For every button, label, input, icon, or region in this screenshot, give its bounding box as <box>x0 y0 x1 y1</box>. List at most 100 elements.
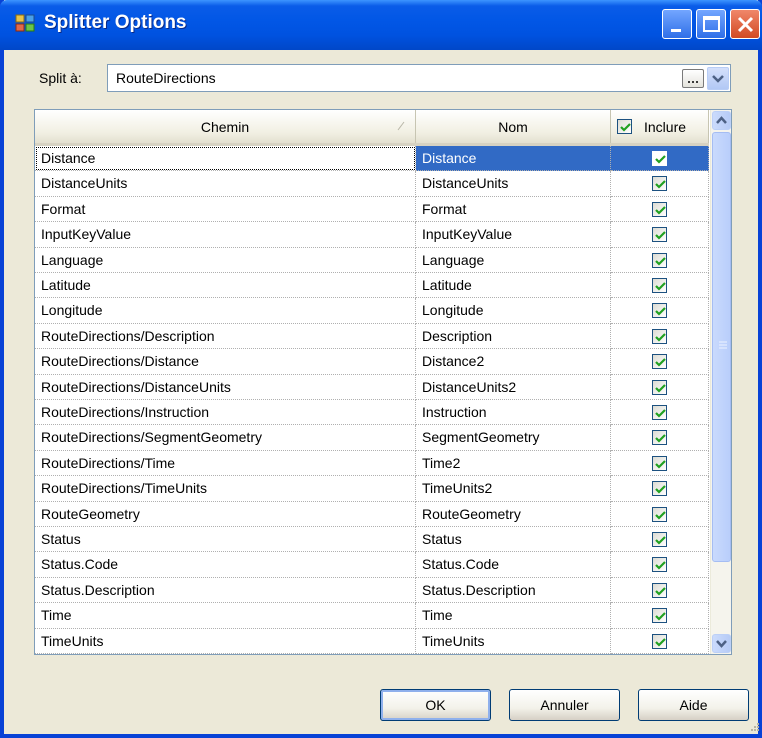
include-checkbox[interactable] <box>652 354 667 370</box>
path-cell[interactable]: InputKeyValue <box>35 222 416 248</box>
name-cell[interactable]: DistanceUnits <box>416 171 611 197</box>
path-cell[interactable]: Status <box>35 527 416 553</box>
table-row[interactable]: RouteDirections/Distance Distance2 <box>35 349 709 375</box>
include-checkbox[interactable] <box>652 506 667 522</box>
table-row[interactable]: DistanceUnits DistanceUnits <box>35 171 709 197</box>
vertical-scrollbar[interactable] <box>710 110 731 654</box>
scroll-up-button[interactable] <box>712 111 731 130</box>
name-cell[interactable]: Time2 <box>416 450 611 477</box>
include-checkbox[interactable] <box>652 582 667 598</box>
table-row[interactable]: RouteDirections/TimeUnits TimeUnits2 <box>35 476 709 502</box>
name-cell[interactable]: Distance2 <box>416 349 611 375</box>
name-cell[interactable]: Format <box>416 196 611 223</box>
name-cell[interactable]: TimeUnits <box>416 628 611 654</box>
title-bar[interactable]: Splitter Options <box>0 0 762 50</box>
path-cell[interactable]: Language <box>35 247 416 273</box>
cancel-button[interactable]: Annuler <box>509 689 620 721</box>
name-cell[interactable]: SegmentGeometry <box>416 425 611 451</box>
name-cell[interactable]: Latitude <box>416 273 611 299</box>
table-row[interactable]: RouteGeometry RouteGeometry <box>35 501 709 527</box>
fields-grid[interactable]: Chemin Nom Inclure Distance Distance Dista… <box>34 109 732 655</box>
include-checkbox[interactable] <box>652 328 667 344</box>
path-cell[interactable]: RouteGeometry <box>35 501 416 527</box>
path-cell[interactable]: RouteDirections/Description <box>35 323 416 350</box>
split-value[interactable]: RouteDirections <box>116 70 216 86</box>
close-button[interactable] <box>730 9 760 39</box>
table-row[interactable]: Status.Description Status.Description <box>35 577 709 604</box>
name-cell[interactable]: Description <box>416 323 611 350</box>
help-button[interactable]: Aide <box>638 689 749 721</box>
include-checkbox[interactable] <box>652 379 667 395</box>
table-row[interactable]: Time Time <box>35 603 709 629</box>
path-cell[interactable]: Status.Code <box>35 552 416 578</box>
path-cell[interactable]: Latitude <box>35 273 416 299</box>
table-row[interactable]: RouteDirections/Instruction Instruction <box>35 400 709 426</box>
name-cell[interactable]: InputKeyValue <box>416 222 611 248</box>
table-row[interactable]: RouteDirections/Description Description <box>35 323 709 350</box>
include-checkbox[interactable] <box>652 633 667 649</box>
path-cell[interactable]: TimeUnits <box>35 628 416 654</box>
include-checkbox[interactable] <box>652 278 667 293</box>
table-row[interactable]: RouteDirections/Time Time2 <box>35 450 709 477</box>
include-checkbox[interactable] <box>652 405 667 420</box>
column-header-include[interactable]: Inclure <box>611 110 709 143</box>
path-cell[interactable]: RouteDirections/Time <box>35 450 416 477</box>
path-cell[interactable]: DistanceUnits <box>35 171 416 197</box>
minimize-button[interactable] <box>662 9 692 39</box>
path-cell[interactable]: RouteDirections/TimeUnits <box>35 476 416 502</box>
include-checkbox[interactable] <box>652 227 667 243</box>
table-row[interactable]: RouteDirections/SegmentGeometry SegmentGe… <box>35 425 709 451</box>
include-checkbox[interactable] <box>652 608 667 624</box>
path-cell[interactable]: Longitude <box>35 298 416 324</box>
browse-button[interactable] <box>682 69 704 88</box>
scroll-thumb[interactable] <box>712 132 731 562</box>
include-checkbox[interactable] <box>652 532 667 547</box>
name-cell[interactable]: Status.Code <box>416 552 611 578</box>
path-cell[interactable]: Time <box>35 603 416 629</box>
maximize-button[interactable] <box>696 9 726 39</box>
table-row[interactable]: Format Format <box>35 196 709 223</box>
include-checkbox[interactable] <box>652 481 667 497</box>
include-checkbox[interactable] <box>652 176 667 192</box>
name-cell[interactable]: DistanceUnits2 <box>416 374 611 400</box>
table-row[interactable]: RouteDirections/DistanceUnits DistanceUni… <box>35 374 709 400</box>
path-cell[interactable]: RouteDirections/DistanceUnits <box>35 374 416 400</box>
path-cell[interactable]: Status.Description <box>35 577 416 604</box>
table-row[interactable]: TimeUnits TimeUnits <box>35 628 709 654</box>
split-combobox[interactable]: RouteDirections <box>107 64 731 92</box>
table-row[interactable]: Status.Code Status.Code <box>35 552 709 578</box>
dropdown-button[interactable] <box>707 67 729 90</box>
path-cell[interactable]: RouteDirections/Instruction <box>35 400 416 426</box>
table-row[interactable]: Latitude Latitude <box>35 273 709 299</box>
table-row[interactable]: InputKeyValue InputKeyValue <box>35 222 709 248</box>
name-cell[interactable]: Longitude <box>416 298 611 324</box>
path-cell[interactable]: Distance <box>35 146 416 172</box>
ok-button[interactable]: OK <box>380 689 491 721</box>
name-cell[interactable]: Language <box>416 247 611 273</box>
scroll-down-button[interactable] <box>712 634 731 653</box>
name-cell[interactable]: Instruction <box>416 400 611 426</box>
table-row[interactable]: Status Status <box>35 527 709 553</box>
table-row[interactable]: Distance Distance <box>35 146 709 172</box>
column-header-path[interactable]: Chemin <box>35 110 416 143</box>
include-checkbox[interactable] <box>652 201 667 217</box>
name-cell[interactable]: Distance <box>416 146 611 172</box>
name-cell[interactable]: Status.Description <box>416 577 611 604</box>
name-cell[interactable]: TimeUnits2 <box>416 476 611 502</box>
path-cell[interactable]: RouteDirections/Distance <box>35 349 416 375</box>
include-checkbox[interactable] <box>652 430 667 446</box>
name-cell[interactable]: Status <box>416 527 611 553</box>
table-row[interactable]: Language Language <box>35 247 709 273</box>
include-checkbox[interactable] <box>652 252 667 268</box>
resize-grip-icon[interactable] <box>748 720 760 732</box>
include-checkbox[interactable] <box>652 455 667 471</box>
path-cell[interactable]: Format <box>35 196 416 223</box>
column-header-name[interactable]: Nom <box>416 110 611 143</box>
include-checkbox[interactable] <box>652 557 667 573</box>
table-row[interactable]: Longitude Longitude <box>35 298 709 324</box>
path-cell[interactable]: RouteDirections/SegmentGeometry <box>35 425 416 451</box>
name-cell[interactable]: Time <box>416 603 611 629</box>
include-all-checkbox[interactable] <box>617 119 632 134</box>
include-checkbox[interactable] <box>652 151 667 166</box>
include-checkbox[interactable] <box>652 303 667 319</box>
